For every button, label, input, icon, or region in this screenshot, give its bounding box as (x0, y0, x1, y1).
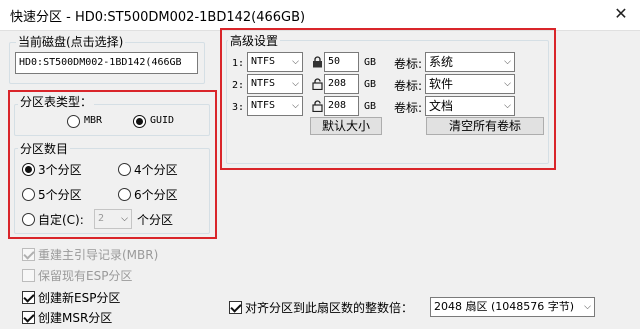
chevron-down-icon: ⌵ (584, 302, 591, 312)
partitions-3-label[interactable]: 3个分区 (38, 161, 82, 178)
partitions-6-radio[interactable] (118, 188, 131, 201)
row-3-filesystem-select[interactable]: NTFS ⌵ (247, 96, 303, 116)
custom-count-value: 2 (98, 213, 105, 224)
row-1-filesystem-value: NTFS (251, 56, 276, 67)
align-sectors-select[interactable]: 2048 扇区 (1048576 字节) ⌵ (430, 297, 595, 317)
row-3-volume-label: 卷标: (394, 101, 423, 115)
row-1-size-input[interactable]: 50 (324, 52, 359, 72)
custom-count-radio[interactable] (22, 213, 35, 226)
custom-count-select[interactable]: 2 ⌵ (94, 209, 132, 229)
partitions-6-label[interactable]: 6个分区 (134, 186, 178, 203)
lock-open-icon[interactable] (312, 78, 323, 90)
keep-esp-label[interactable]: 保留现有ESP分区 (38, 267, 132, 284)
keep-esp-checkbox[interactable] (22, 269, 35, 282)
partitions-4-radio[interactable] (118, 163, 131, 176)
chevron-down-icon: ⌵ (292, 79, 299, 89)
row-1-volume-select[interactable]: 系统 ⌵ (425, 52, 515, 72)
custom-count-suffix: 个分区 (137, 213, 174, 227)
partitions-3-radio[interactable] (22, 163, 35, 176)
disk-select-field[interactable]: HD0:ST500DM002-1BD142(466GB (15, 52, 198, 74)
partitions-5-label[interactable]: 5个分区 (38, 186, 82, 203)
row-2-index: 2: (232, 80, 245, 91)
row-1-volume-value: 系统 (429, 55, 454, 69)
chevron-down-icon: ⌵ (504, 101, 511, 111)
default-size-button[interactable]: 默认大小 (310, 117, 382, 135)
row-1-index: 1: (232, 58, 245, 69)
chevron-down-icon: ⌵ (292, 57, 299, 67)
row-2-size-unit: GB (364, 79, 377, 90)
align-partitions-checkbox[interactable] (229, 301, 242, 314)
close-icon[interactable]: ✕ (610, 4, 632, 24)
mbr-radio-label[interactable]: MBR (84, 115, 102, 126)
row-1-volume-label: 卷标: (394, 57, 423, 71)
row-2-filesystem-select[interactable]: NTFS ⌵ (247, 74, 303, 94)
create-msr-label[interactable]: 创建MSR分区 (38, 309, 112, 326)
advanced-settings-label: 高级设置 (228, 32, 281, 49)
row-3-index: 3: (232, 102, 245, 113)
create-esp-label[interactable]: 创建新ESP分区 (38, 289, 120, 306)
chevron-down-icon: ⌵ (292, 101, 299, 111)
row-2-size-input[interactable]: 208 (324, 74, 359, 94)
row-2-volume-label: 卷标: (394, 79, 423, 93)
partition-count-label: 分区数目 (18, 140, 71, 157)
custom-count-label[interactable]: 自定(C): (38, 211, 84, 228)
row-2-filesystem-value: NTFS (251, 78, 276, 89)
disk-group-label: 当前磁盘(点击选择) (16, 33, 126, 50)
partition-table-label: 分区表类型： (18, 93, 95, 110)
lock-closed-icon[interactable] (312, 56, 323, 68)
row-3-filesystem-value: NTFS (251, 100, 276, 111)
chevron-down-icon: ⌵ (504, 57, 511, 67)
align-partitions-label[interactable]: 对齐分区到此扇区数的整数倍： (245, 299, 413, 316)
lock-open-icon[interactable] (312, 100, 323, 112)
rebuild-mbr-label[interactable]: 重建主引导记录(MBR) (38, 246, 158, 263)
guid-radio-label[interactable]: GUID (150, 115, 174, 126)
mbr-radio[interactable] (67, 115, 80, 128)
title-bar: 快速分区 - HD0:ST500DM002-1BD142(466GB) ✕ (0, 0, 640, 30)
row-3-volume-select[interactable]: 文档 ⌵ (425, 96, 515, 116)
create-msr-checkbox[interactable] (22, 311, 35, 324)
row-2-volume-select[interactable]: 软件 ⌵ (425, 74, 515, 94)
partitions-4-label[interactable]: 4个分区 (134, 161, 178, 178)
row-1-size-unit: GB (364, 57, 377, 68)
create-esp-checkbox[interactable] (22, 291, 35, 304)
row-3-volume-value: 文档 (429, 99, 454, 113)
row-3-size-input[interactable]: 208 (324, 96, 359, 116)
clear-labels-button[interactable]: 清空所有卷标 (426, 117, 544, 135)
row-2-volume-value: 软件 (429, 77, 454, 91)
chevron-down-icon: ⌵ (121, 214, 128, 224)
window-title: 快速分区 - HD0:ST500DM002-1BD142(466GB) (10, 10, 306, 25)
row-3-size-unit: GB (364, 101, 377, 112)
rebuild-mbr-checkbox[interactable] (22, 248, 35, 261)
chevron-down-icon: ⌵ (504, 79, 511, 89)
partitions-5-radio[interactable] (22, 188, 35, 201)
row-1-filesystem-select[interactable]: NTFS ⌵ (247, 52, 303, 72)
align-sectors-value: 2048 扇区 (1048576 字节) (434, 300, 575, 313)
guid-radio[interactable] (133, 115, 146, 128)
